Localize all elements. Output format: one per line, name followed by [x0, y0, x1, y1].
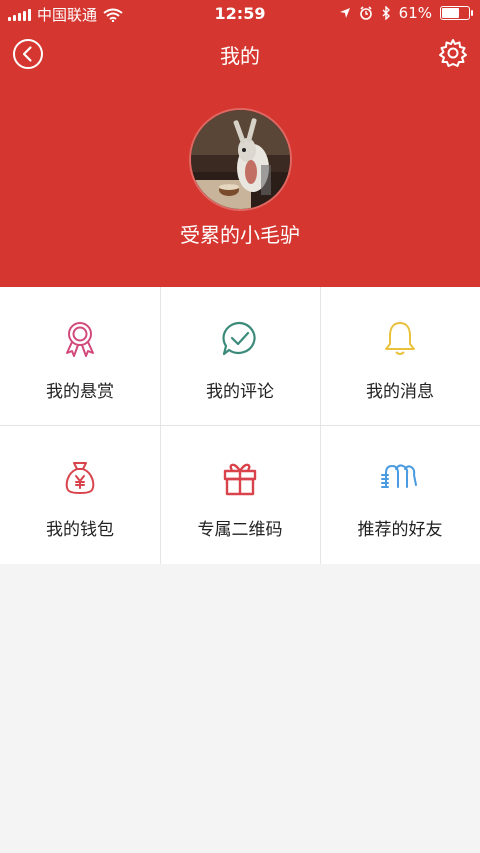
menu-item-label: 我的消息 [366, 382, 434, 402]
money-bag-icon [65, 462, 95, 494]
menu-item-my-messages[interactable]: 我的消息 [320, 287, 480, 425]
battery-level [442, 8, 460, 18]
menu-item-label: 推荐的好友 [357, 520, 443, 540]
award-ribbon-icon [66, 322, 94, 357]
gift-icon [223, 463, 257, 496]
menu-item-qr-code[interactable]: 专属二维码 [160, 425, 320, 563]
menu-item-label: 专属二维码 [197, 520, 283, 540]
menu-item-recommended-friends[interactable]: 推荐的好友 [320, 425, 480, 563]
bell-icon [385, 322, 415, 355]
battery-percent: 61% [398, 4, 432, 22]
bluetooth-icon [382, 6, 390, 20]
gear-icon[interactable] [438, 38, 468, 68]
profile-header: 中国联通 12:59 61% 我的 受累的小毛驴 [0, 0, 480, 287]
location-arrow-icon [339, 8, 350, 18]
menu-item-my-rewards[interactable]: 我的悬赏 [0, 287, 160, 425]
page-title: 我的 [220, 44, 260, 68]
menu-item-my-comments[interactable]: 我的评论 [160, 287, 320, 425]
alarm-icon [359, 6, 372, 20]
avatar[interactable] [189, 108, 292, 211]
status-bar: 中国联通 12:59 61% [0, 0, 480, 28]
menu-grid: 我的悬赏 我的评论 我的消息 我的钱包 专属二维码 推荐的好友 [0, 287, 480, 564]
username: 受累的小毛驴 [180, 223, 300, 247]
menu-item-label: 我的悬赏 [46, 382, 114, 402]
menu-item-label: 我的钱包 [46, 520, 114, 540]
menu-item-my-wallet[interactable]: 我的钱包 [0, 425, 160, 563]
check-comment-icon [222, 321, 256, 356]
battery-icon [440, 6, 473, 20]
friends-icon [381, 464, 417, 488]
menu-item-label: 我的评论 [206, 382, 274, 402]
avatar-photo [191, 110, 290, 209]
